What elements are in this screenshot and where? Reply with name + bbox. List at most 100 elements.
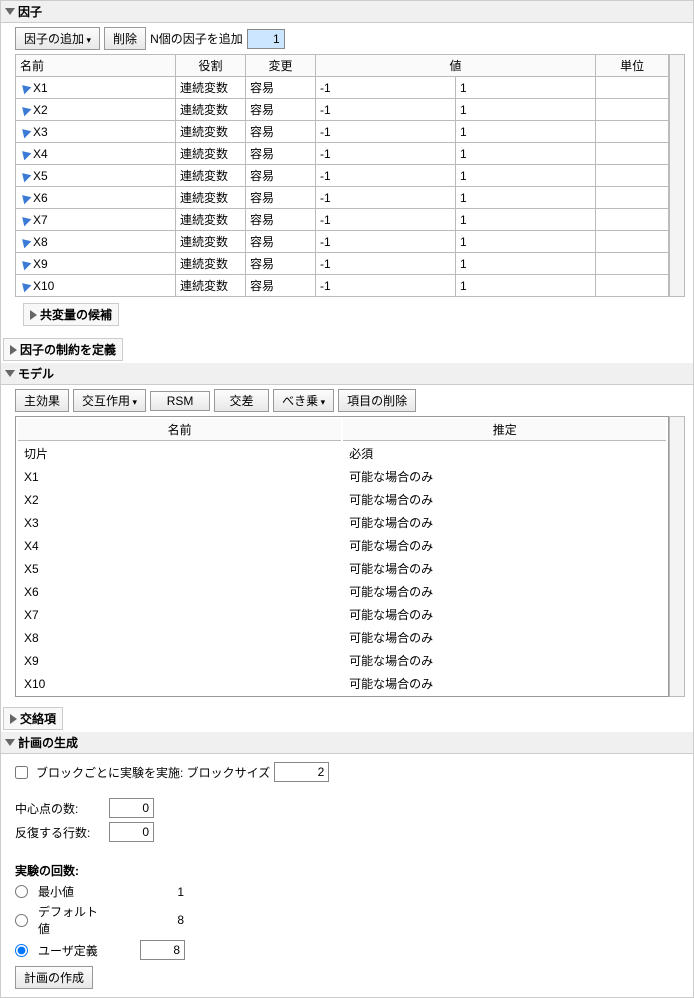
factor-value-low[interactable]: -1: [316, 143, 456, 165]
factor-value-high[interactable]: 1: [456, 231, 596, 253]
power-button[interactable]: べき乗: [273, 389, 334, 412]
factor-value-high[interactable]: 1: [456, 209, 596, 231]
factor-value-high[interactable]: 1: [456, 253, 596, 275]
col-unit[interactable]: 単位: [596, 55, 669, 77]
factor-role-cell[interactable]: 連続変数: [176, 275, 246, 297]
model-header[interactable]: モデル: [1, 363, 693, 385]
factor-name-cell[interactable]: X9: [16, 253, 176, 275]
table-row[interactable]: X10連続変数容易-11: [16, 275, 669, 297]
factor-name-cell[interactable]: X10: [16, 275, 176, 297]
alias-header[interactable]: 交絡項: [3, 707, 63, 730]
model-term-name[interactable]: X3: [18, 512, 341, 533]
col-change[interactable]: 変更: [246, 55, 316, 77]
factor-unit-cell[interactable]: [596, 143, 669, 165]
factor-value-high[interactable]: 1: [456, 99, 596, 121]
factor-role-cell[interactable]: 連続変数: [176, 143, 246, 165]
factor-role-cell[interactable]: 連続変数: [176, 165, 246, 187]
factor-name-cell[interactable]: X2: [16, 99, 176, 121]
col-role[interactable]: 役割: [176, 55, 246, 77]
runs-user-radio[interactable]: [15, 944, 28, 957]
table-row[interactable]: X10可能な場合のみ: [18, 673, 666, 694]
remove-term-button[interactable]: 項目の削除: [338, 389, 416, 412]
factor-name-cell[interactable]: X6: [16, 187, 176, 209]
table-row[interactable]: X1連続変数容易-11: [16, 77, 669, 99]
table-row[interactable]: X4可能な場合のみ: [18, 535, 666, 556]
design-header[interactable]: 計画の生成: [1, 732, 693, 754]
interaction-button[interactable]: 交互作用: [73, 389, 146, 412]
factor-value-low[interactable]: -1: [316, 77, 456, 99]
factor-value-low[interactable]: -1: [316, 165, 456, 187]
factor-name-cell[interactable]: X3: [16, 121, 176, 143]
factor-role-cell[interactable]: 連続変数: [176, 231, 246, 253]
factors-scrollbar[interactable]: [669, 54, 685, 297]
model-term-name[interactable]: X6: [18, 581, 341, 602]
factor-value-low[interactable]: -1: [316, 209, 456, 231]
factor-name-cell[interactable]: X5: [16, 165, 176, 187]
factor-change-cell[interactable]: 容易: [246, 209, 316, 231]
factor-unit-cell[interactable]: [596, 231, 669, 253]
table-row[interactable]: X8可能な場合のみ: [18, 627, 666, 648]
factor-value-low[interactable]: -1: [316, 187, 456, 209]
model-term-name[interactable]: X1: [18, 466, 341, 487]
table-row[interactable]: X3可能な場合のみ: [18, 512, 666, 533]
add-n-input[interactable]: [247, 29, 285, 49]
table-row[interactable]: X5連続変数容易-11: [16, 165, 669, 187]
model-term-name[interactable]: X7: [18, 604, 341, 625]
repeat-input[interactable]: [109, 822, 154, 842]
model-col-est[interactable]: 推定: [343, 419, 666, 441]
model-term-name[interactable]: X10: [18, 673, 341, 694]
factor-role-cell[interactable]: 連続変数: [176, 209, 246, 231]
model-term-name[interactable]: X2: [18, 489, 341, 510]
factor-role-cell[interactable]: 連続変数: [176, 187, 246, 209]
factor-name-cell[interactable]: X4: [16, 143, 176, 165]
runs-min-radio[interactable]: [15, 885, 28, 898]
factor-value-low[interactable]: -1: [316, 253, 456, 275]
model-term-est[interactable]: 可能な場合のみ: [343, 466, 666, 487]
table-row[interactable]: X7可能な場合のみ: [18, 604, 666, 625]
block-checkbox[interactable]: [15, 766, 28, 779]
model-term-est[interactable]: 必須: [343, 443, 666, 464]
table-row[interactable]: X2連続変数容易-11: [16, 99, 669, 121]
model-term-est[interactable]: 可能な場合のみ: [343, 604, 666, 625]
factor-change-cell[interactable]: 容易: [246, 165, 316, 187]
factor-value-low[interactable]: -1: [316, 275, 456, 297]
factor-unit-cell[interactable]: [596, 121, 669, 143]
model-col-name[interactable]: 名前: [18, 419, 341, 441]
factor-unit-cell[interactable]: [596, 275, 669, 297]
factor-value-low[interactable]: -1: [316, 231, 456, 253]
model-term-est[interactable]: 可能な場合のみ: [343, 650, 666, 671]
covariate-header[interactable]: 共変量の候補: [23, 303, 119, 326]
table-row[interactable]: X7連続変数容易-11: [16, 209, 669, 231]
model-term-name[interactable]: X9: [18, 650, 341, 671]
factor-unit-cell[interactable]: [596, 77, 669, 99]
factor-change-cell[interactable]: 容易: [246, 143, 316, 165]
model-term-name[interactable]: X4: [18, 535, 341, 556]
factor-change-cell[interactable]: 容易: [246, 121, 316, 143]
model-term-est[interactable]: 可能な場合のみ: [343, 489, 666, 510]
table-row[interactable]: X3連続変数容易-11: [16, 121, 669, 143]
factor-change-cell[interactable]: 容易: [246, 187, 316, 209]
model-term-name[interactable]: X5: [18, 558, 341, 579]
runs-default-radio[interactable]: [15, 914, 28, 927]
model-term-est[interactable]: 可能な場合のみ: [343, 581, 666, 602]
make-design-button[interactable]: 計画の作成: [15, 966, 93, 989]
table-row[interactable]: X2可能な場合のみ: [18, 489, 666, 510]
factor-role-cell[interactable]: 連続変数: [176, 121, 246, 143]
factor-unit-cell[interactable]: [596, 209, 669, 231]
delete-factor-button[interactable]: 削除: [104, 27, 146, 50]
table-row[interactable]: X5可能な場合のみ: [18, 558, 666, 579]
factor-unit-cell[interactable]: [596, 165, 669, 187]
factor-change-cell[interactable]: 容易: [246, 275, 316, 297]
col-values[interactable]: 値: [316, 55, 596, 77]
block-size-input[interactable]: [274, 762, 329, 782]
factor-unit-cell[interactable]: [596, 187, 669, 209]
model-term-name[interactable]: 切片: [18, 443, 341, 464]
factor-change-cell[interactable]: 容易: [246, 253, 316, 275]
factor-change-cell[interactable]: 容易: [246, 77, 316, 99]
col-name[interactable]: 名前: [16, 55, 176, 77]
factor-role-cell[interactable]: 連続変数: [176, 253, 246, 275]
factors-header[interactable]: 因子: [1, 1, 693, 23]
factor-value-low[interactable]: -1: [316, 99, 456, 121]
model-term-est[interactable]: 可能な場合のみ: [343, 627, 666, 648]
table-row[interactable]: X8連続変数容易-11: [16, 231, 669, 253]
